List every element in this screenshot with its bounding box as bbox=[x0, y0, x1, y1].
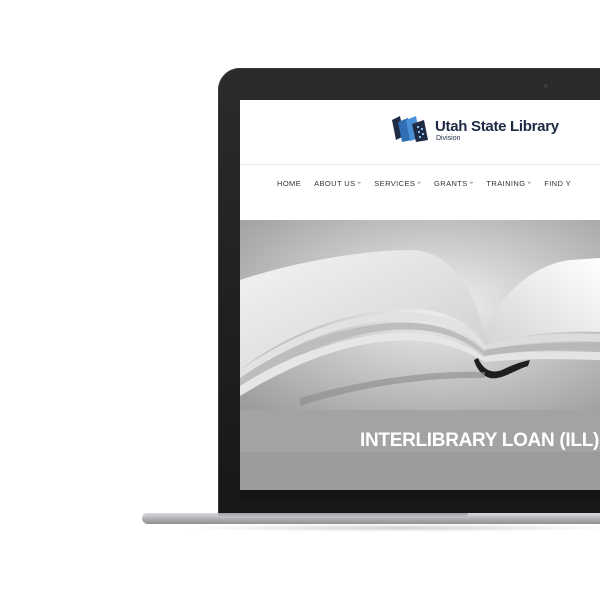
chevron-down-icon: » bbox=[469, 180, 474, 186]
laptop-base-notch bbox=[218, 513, 468, 518]
page-title: INTERLIBRARY LOAN (ILL) bbox=[360, 430, 600, 451]
title-band-lower bbox=[240, 452, 600, 490]
screen-bezel-bottom bbox=[240, 490, 600, 500]
header-spacer bbox=[240, 200, 600, 220]
laptop-mockup: Utah State Library Division HOME ABOUT U… bbox=[0, 0, 600, 600]
nav-item-grants[interactable]: GRANTS » bbox=[434, 179, 473, 188]
nav-item-label: SERVICES bbox=[374, 178, 416, 188]
nav-item-label: ABOUT US bbox=[314, 178, 356, 188]
book-logo-icon bbox=[392, 116, 428, 142]
main-navigation: HOME ABOUT US » SERVICES » GRANTS » TRAI… bbox=[240, 164, 600, 202]
nav-item-about-us[interactable]: ABOUT US » bbox=[314, 179, 361, 188]
browser-screen: Utah State Library Division HOME ABOUT U… bbox=[240, 100, 600, 490]
webcam-icon bbox=[543, 84, 548, 89]
site-logo[interactable]: Utah State Library Division bbox=[390, 114, 559, 148]
site-header: Utah State Library Division bbox=[240, 100, 600, 164]
laptop-shadow bbox=[180, 524, 600, 532]
open-book-image bbox=[240, 250, 600, 406]
nav-item-label: HOME bbox=[277, 178, 302, 188]
nav-item-label: FIND Y bbox=[544, 178, 572, 188]
nav-item-label: GRANTS bbox=[434, 178, 468, 188]
nav-item-home[interactable]: HOME bbox=[277, 179, 301, 188]
nav-list: HOME ABOUT US » SERVICES » GRANTS » TRAI… bbox=[277, 165, 584, 201]
nav-item-training[interactable]: TRAINING » bbox=[486, 179, 531, 188]
logo-subtitle: Division bbox=[436, 135, 461, 142]
chevron-down-icon: » bbox=[357, 180, 362, 186]
nav-item-label: TRAINING bbox=[486, 178, 526, 188]
logo-text: Utah State Library Division bbox=[435, 119, 559, 143]
logo-title: Utah State Library bbox=[435, 118, 559, 135]
chevron-down-icon: » bbox=[417, 180, 422, 186]
hero-banner bbox=[240, 220, 600, 410]
nav-item-find[interactable]: FIND Y bbox=[544, 179, 571, 188]
chevron-down-icon: » bbox=[527, 180, 532, 186]
nav-item-services[interactable]: SERVICES » bbox=[374, 179, 421, 188]
